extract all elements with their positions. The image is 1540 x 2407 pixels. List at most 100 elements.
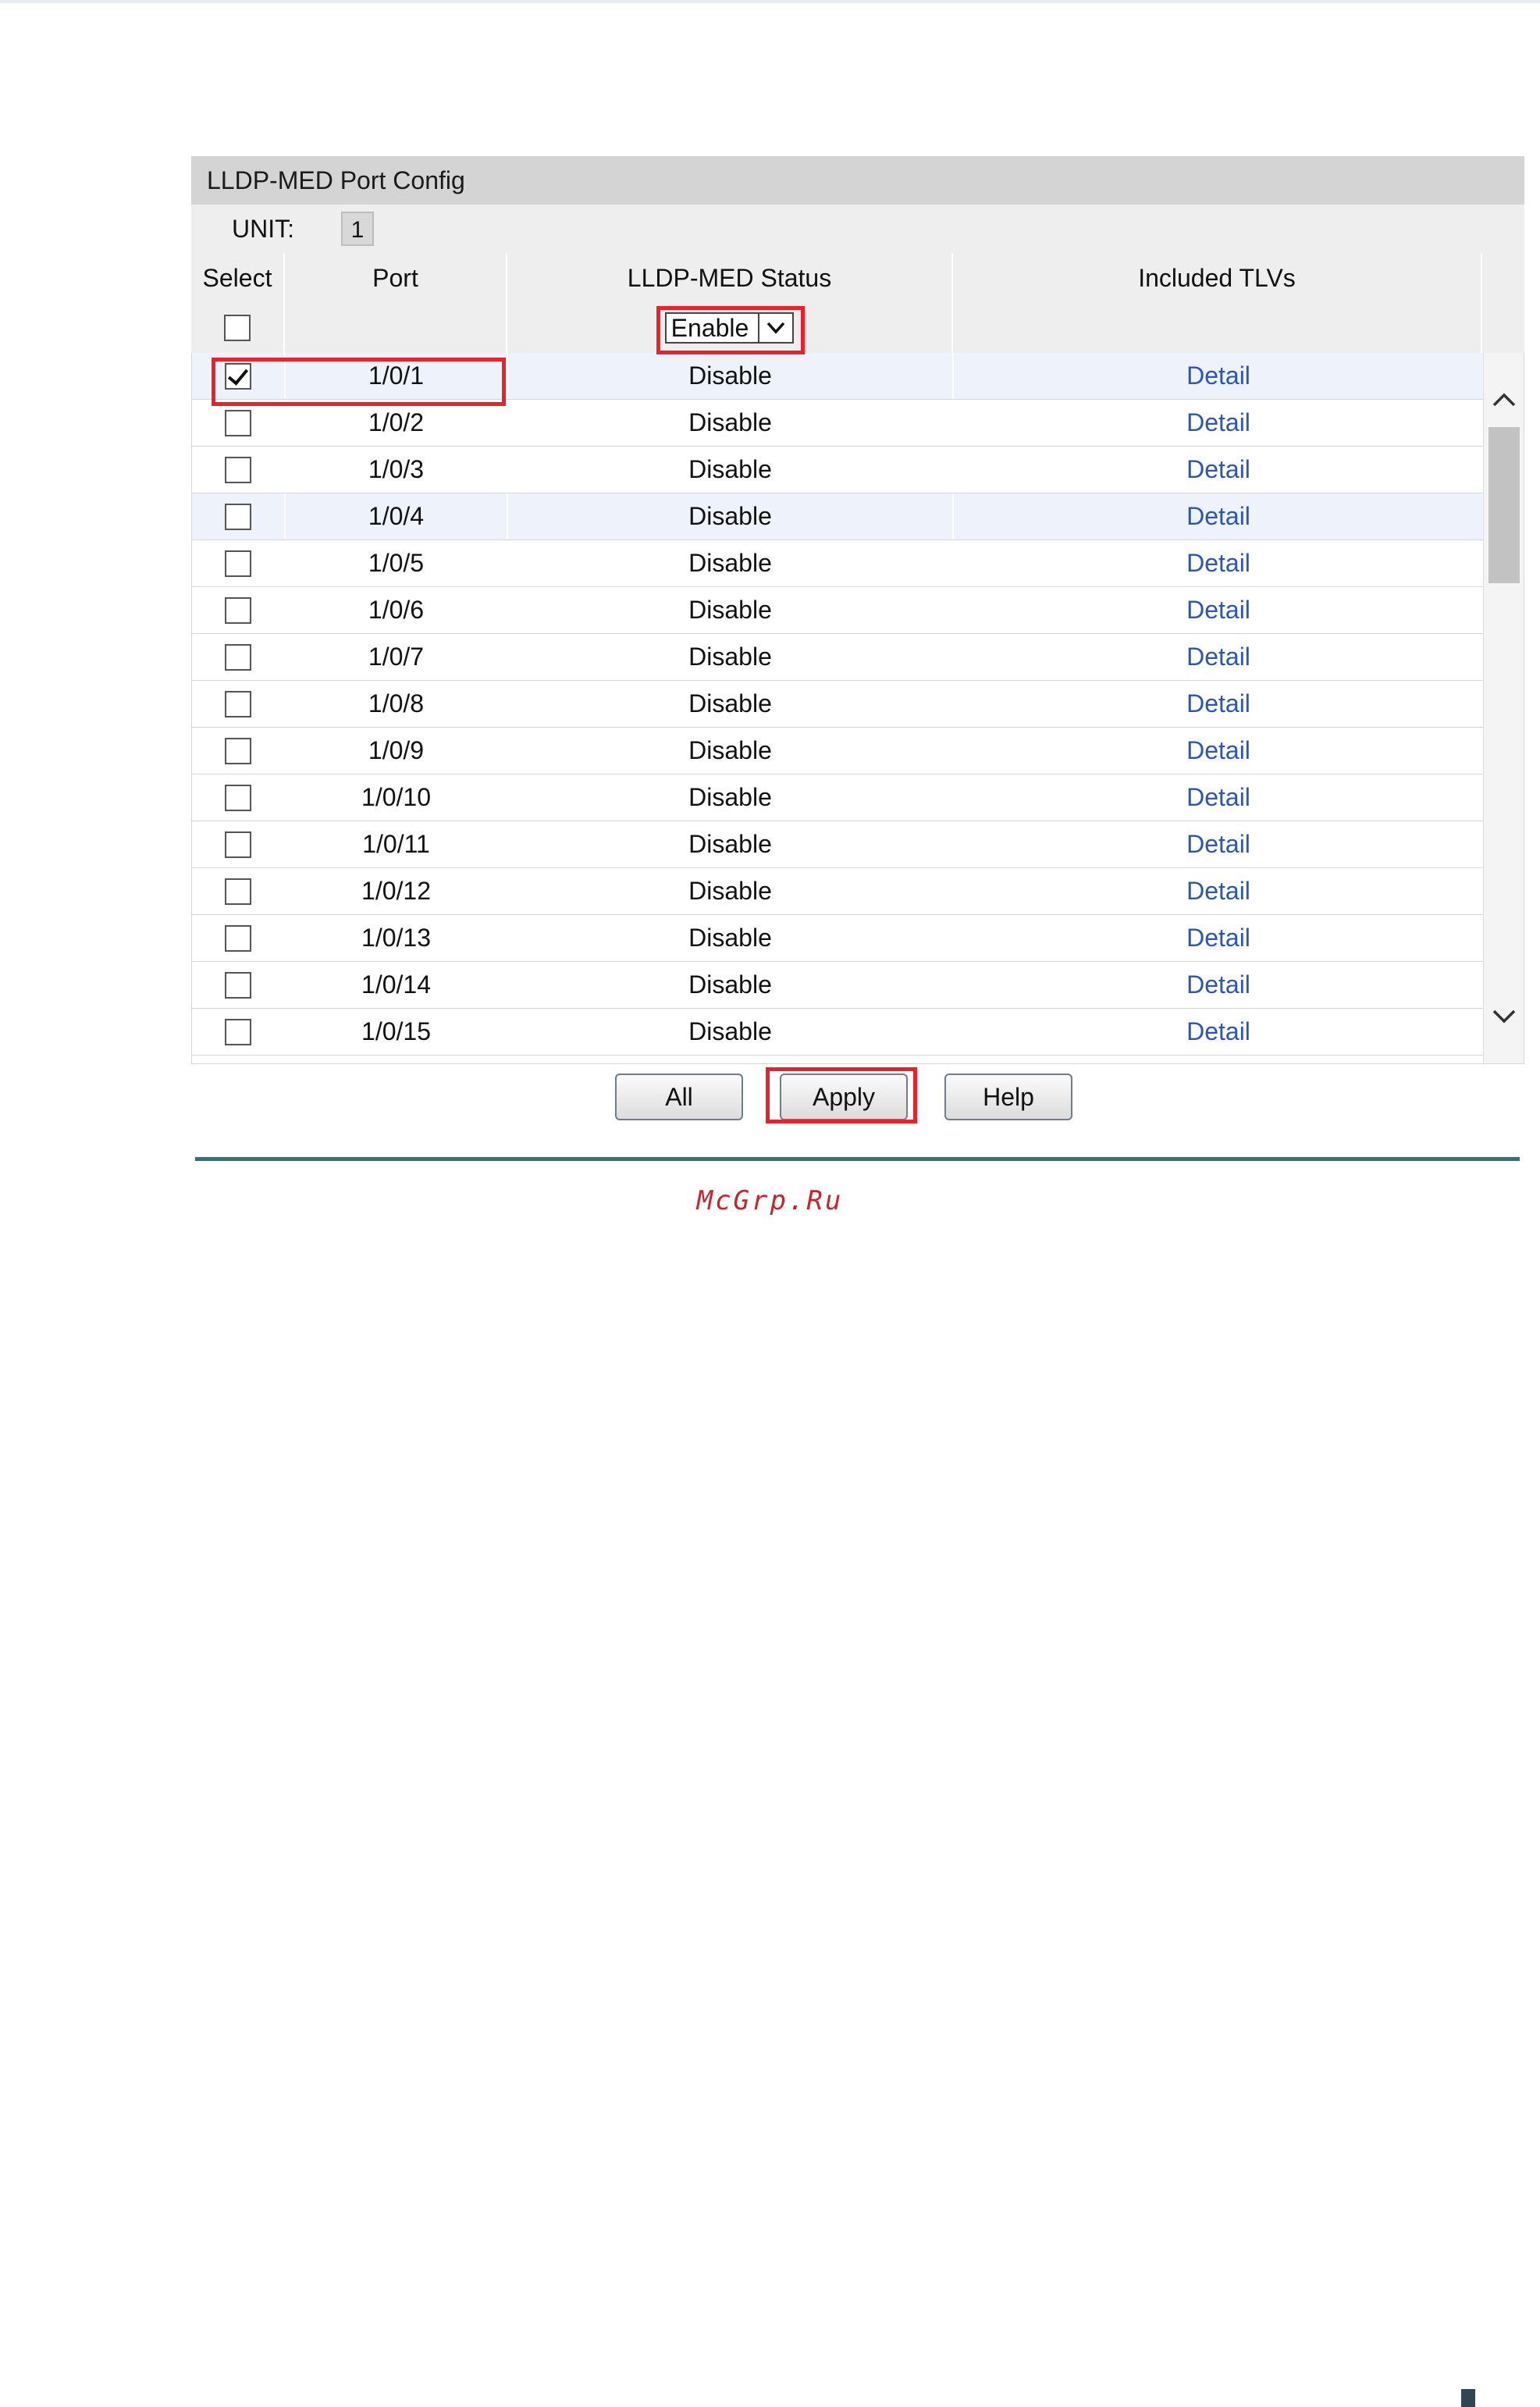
table-row: 1/0/7 Disable Detail <box>192 634 1483 681</box>
detail-link[interactable]: Detail <box>1186 502 1250 531</box>
row-tlv-cell: Detail <box>954 962 1483 1008</box>
row-checkbox[interactable] <box>225 784 251 811</box>
detail-link[interactable]: Detail <box>1186 549 1250 578</box>
row-select-cell <box>192 681 286 727</box>
row-select-cell <box>192 447 286 493</box>
row-tlv-cell: Detail <box>954 587 1483 633</box>
detail-link[interactable]: Detail <box>1186 596 1250 625</box>
row-select-cell <box>192 353 286 399</box>
row-status: Disable <box>508 774 954 821</box>
row-select-cell <box>192 728 286 774</box>
detail-link[interactable]: Detail <box>1186 689 1250 718</box>
row-select-cell <box>192 540 286 586</box>
row-tlv-cell: Detail <box>954 774 1483 821</box>
row-checkbox[interactable] <box>225 503 251 530</box>
vertical-scrollbar[interactable] <box>1483 353 1524 1063</box>
row-status: Disable <box>508 587 954 633</box>
table-row: 1/0/5 Disable Detail <box>192 540 1483 587</box>
select-all-checkbox[interactable] <box>224 315 251 341</box>
row-checkbox[interactable] <box>225 878 251 905</box>
scroll-down-icon[interactable] <box>1484 993 1524 1040</box>
panel-title-text: LLDP-MED Port Config <box>207 166 465 194</box>
row-checkbox[interactable] <box>225 643 251 671</box>
row-checkbox[interactable] <box>225 924 251 952</box>
table-row: 1/0/11 Disable Detail <box>192 821 1483 868</box>
row-port: 1/0/1 <box>286 353 508 399</box>
header-port: Port <box>285 253 507 303</box>
row-checkbox[interactable] <box>225 456 251 483</box>
table-row: 1/0/1 Disable Detail <box>192 353 1483 400</box>
top-rule <box>0 0 1540 3</box>
table-row: 1/0/14 Disable Detail <box>192 962 1483 1009</box>
scroll-thumb[interactable] <box>1488 427 1520 583</box>
row-select-cell <box>192 634 286 680</box>
row-tlv-cell: Detail <box>954 540 1483 586</box>
all-button[interactable]: All <box>615 1074 743 1120</box>
row-port: 1/0/2 <box>286 400 508 446</box>
filter-spacer <box>1482 303 1524 353</box>
unit-selector[interactable]: 1 <box>341 212 374 246</box>
row-status: Disable <box>508 493 954 539</box>
row-port: 1/0/6 <box>286 587 508 633</box>
detail-link[interactable]: Detail <box>1186 408 1250 437</box>
row-tlv-cell: Detail <box>954 634 1483 680</box>
detail-link[interactable]: Detail <box>1186 924 1250 952</box>
row-checkbox[interactable] <box>225 971 251 999</box>
scroll-up-icon[interactable] <box>1484 376 1524 423</box>
row-tlv-cell: Detail <box>954 493 1483 539</box>
filter-port-cell <box>285 303 507 353</box>
row-port: 1/0/12 <box>286 868 508 914</box>
row-tlv-cell: Detail <box>954 868 1483 914</box>
detail-link[interactable]: Detail <box>1186 643 1250 671</box>
row-checkbox[interactable] <box>225 409 251 436</box>
row-checkbox[interactable] <box>225 362 251 390</box>
detail-link[interactable]: Detail <box>1186 455 1250 484</box>
table-row: 1/0/9 Disable Detail <box>192 728 1483 774</box>
detail-link[interactable]: Detail <box>1186 830 1250 859</box>
row-port: 1/0/8 <box>286 681 508 727</box>
header-tlvs: Included TLVs <box>953 253 1482 303</box>
row-select-cell <box>192 821 286 867</box>
row-port: 1/0/15 <box>286 1009 508 1055</box>
apply-button[interactable]: Apply <box>780 1074 908 1120</box>
table-header: Select Port LLDP-MED Status Included TLV… <box>191 253 1524 303</box>
row-checkbox[interactable] <box>225 737 251 764</box>
row-tlv-cell: Detail <box>954 1009 1483 1055</box>
table-row: 1/0/13 Disable Detail <box>192 915 1483 962</box>
detail-link[interactable]: Detail <box>1186 361 1250 390</box>
detail-link[interactable]: Detail <box>1186 783 1250 812</box>
row-select-cell <box>192 400 286 446</box>
row-status: Disable <box>508 447 954 493</box>
table-row: 1/0/10 Disable Detail <box>192 774 1483 821</box>
row-checkbox[interactable] <box>225 1018 251 1045</box>
row-checkbox[interactable] <box>225 596 251 624</box>
table-row: 1/0/3 Disable Detail <box>192 447 1483 493</box>
row-select-cell <box>192 1009 286 1055</box>
row-select-cell <box>192 962 286 1008</box>
row-port: 1/0/11 <box>286 821 508 867</box>
page-marker <box>1461 2389 1475 2407</box>
detail-link[interactable]: Detail <box>1186 736 1250 765</box>
table-row: 1/0/15 Disable Detail <box>192 1009 1483 1056</box>
row-port: 1/0/5 <box>286 540 508 586</box>
row-port: 1/0/13 <box>286 915 508 961</box>
unit-label: UNIT: <box>232 214 294 243</box>
row-tlv-cell: Detail <box>954 400 1483 446</box>
row-status: Disable <box>508 915 954 961</box>
row-port: 1/0/14 <box>286 962 508 1008</box>
detail-link[interactable]: Detail <box>1186 877 1250 906</box>
detail-link[interactable]: Detail <box>1186 1017 1250 1046</box>
row-port: 1/0/3 <box>286 447 508 493</box>
row-tlv-cell: Detail <box>954 728 1483 774</box>
detail-link[interactable]: Detail <box>1186 970 1250 999</box>
row-status: Disable <box>508 868 954 914</box>
row-checkbox[interactable] <box>225 831 251 858</box>
watermark-text: McGrp.Ru <box>696 1185 844 1216</box>
row-tlv-cell: Detail <box>954 915 1483 961</box>
help-button[interactable]: Help <box>944 1074 1072 1120</box>
row-checkbox[interactable] <box>225 690 251 717</box>
row-checkbox[interactable] <box>225 550 251 577</box>
chevron-down-icon[interactable] <box>758 314 792 342</box>
status-select[interactable]: Enable <box>664 312 795 344</box>
table-row: 1/0/4 Disable Detail <box>192 493 1483 540</box>
